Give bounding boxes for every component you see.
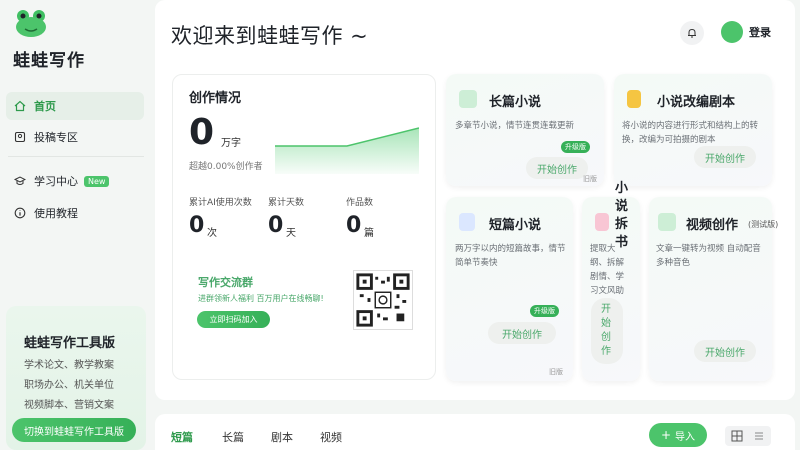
sidebar-item-contribute[interactable]: 投稿专区 <box>6 123 144 151</box>
stat-unit: 天 <box>286 228 296 239</box>
stat-label: 累计AI使用次数 <box>189 198 252 208</box>
card-title: 视频创作 <box>686 218 739 233</box>
start-creation-button[interactable]: 开始创作 <box>488 322 556 344</box>
start-creation-button[interactable]: 开始创作 <box>591 298 623 364</box>
card-title: 小说改编剧本 <box>657 95 736 110</box>
plus-icon: + <box>660 428 672 442</box>
sidebar-item-label: 使用教程 <box>34 207 78 220</box>
promo-line: 学术论文、教学教案 <box>24 360 114 371</box>
graduation-cap-icon <box>14 175 26 187</box>
card-description: 提取大纲、拆解剧情、学习文风助力创作 <box>590 244 625 296</box>
qr-code-icon <box>353 270 413 330</box>
info-icon <box>14 207 26 219</box>
sidebar-item-home[interactable]: 首页 <box>6 92 144 120</box>
progress-sparkline <box>275 127 419 174</box>
stat-value: 0 <box>346 213 362 238</box>
promo-title: 蛙蛙写作工具版 <box>24 336 116 351</box>
beat-percentage: 超越0.00%创作者 <box>189 162 263 172</box>
page-title: 欢迎来到蛙蛙写作 ~ <box>171 24 369 48</box>
frog-logo-icon <box>16 10 46 37</box>
start-creation-button[interactable]: 开始创作 <box>694 146 756 168</box>
video-icon <box>658 213 676 231</box>
promo-line: 职场办公、机关单位 <box>24 380 114 391</box>
card-title: 长篇小说 <box>489 95 542 110</box>
old-version-tag[interactable]: 旧版 <box>583 174 597 184</box>
script-book-icon <box>627 90 641 108</box>
old-version-tag[interactable]: 旧版 <box>549 367 563 377</box>
card-description: 文章一键转为视频 自动配音 多种音色 <box>656 244 761 268</box>
beta-tag: (测试版) <box>748 220 779 229</box>
start-creation-button[interactable]: 开始创作 <box>526 157 588 179</box>
promo-line: 视频脚本、营销文案 <box>24 400 114 411</box>
grid-view-icon[interactable] <box>731 430 743 442</box>
bookmark-icon <box>459 213 475 231</box>
sidebar-item-label: 学习中心 <box>34 175 78 188</box>
card-title: 短篇小说 <box>489 218 542 233</box>
stat-unit: 篇 <box>364 228 374 239</box>
group-title: 写作交流群 <box>198 276 253 289</box>
stat-label: 作品数 <box>346 198 374 208</box>
tab-short[interactable]: 短篇 <box>171 429 193 445</box>
word-count-unit: 万字 <box>221 138 241 149</box>
card-description: 将小说的内容进行形式和结构上的转换，改编为可拍摄的剧本 <box>622 121 759 145</box>
import-label: 导入 <box>675 431 696 443</box>
sidebar-item-learning[interactable]: 学习中心 New <box>6 167 144 195</box>
card-description: 多章节小说，情节连贯连载更新 <box>455 121 575 131</box>
new-badge: New <box>84 175 110 187</box>
bell-icon <box>688 28 696 38</box>
avatar[interactable] <box>721 21 743 43</box>
upgrade-badge: 升级版 <box>530 305 559 317</box>
brand-name: 蛙蛙写作 <box>13 51 85 71</box>
card-description: 两万字以内的短篇故事，情节简单节奏快 <box>455 244 566 268</box>
word-count: 0 <box>189 112 215 153</box>
home-icon <box>14 100 26 112</box>
sidebar-item-label: 首页 <box>34 100 56 113</box>
tab-script[interactable]: 剧本 <box>271 429 293 445</box>
tab-video[interactable]: 视频 <box>320 429 342 445</box>
view-toggle <box>725 426 771 446</box>
stat-unit: 次 <box>207 228 217 239</box>
scan-join-button[interactable]: 立即扫码加入 <box>197 311 270 328</box>
start-creation-button[interactable]: 开始创作 <box>694 340 756 362</box>
switch-tool-version-button[interactable]: 切换到蛙蛙写作工具版 <box>12 418 136 442</box>
split-book-icon <box>595 213 609 231</box>
sidebar-item-tutorial[interactable]: 使用教程 <box>6 199 144 227</box>
stats-title: 创作情况 <box>189 91 242 106</box>
stat-label: 累计天数 <box>268 198 305 208</box>
sidebar-item-label: 投稿专区 <box>34 131 78 144</box>
tab-long[interactable]: 长篇 <box>222 429 244 445</box>
sidebar-divider <box>8 156 144 157</box>
book-icon <box>459 90 477 108</box>
stat-value: 0 <box>268 213 284 238</box>
contribute-icon <box>14 131 26 143</box>
upgrade-badge: 升级版 <box>561 141 590 153</box>
login-button[interactable]: 登录 <box>749 24 771 40</box>
stat-value: 0 <box>189 213 205 238</box>
list-view-icon[interactable] <box>753 430 765 442</box>
group-subtitle: 进群领新人福利 百万用户在线畅聊! <box>198 294 324 303</box>
notification-button[interactable] <box>680 21 704 45</box>
import-button[interactable]: + 导入 <box>649 423 707 447</box>
